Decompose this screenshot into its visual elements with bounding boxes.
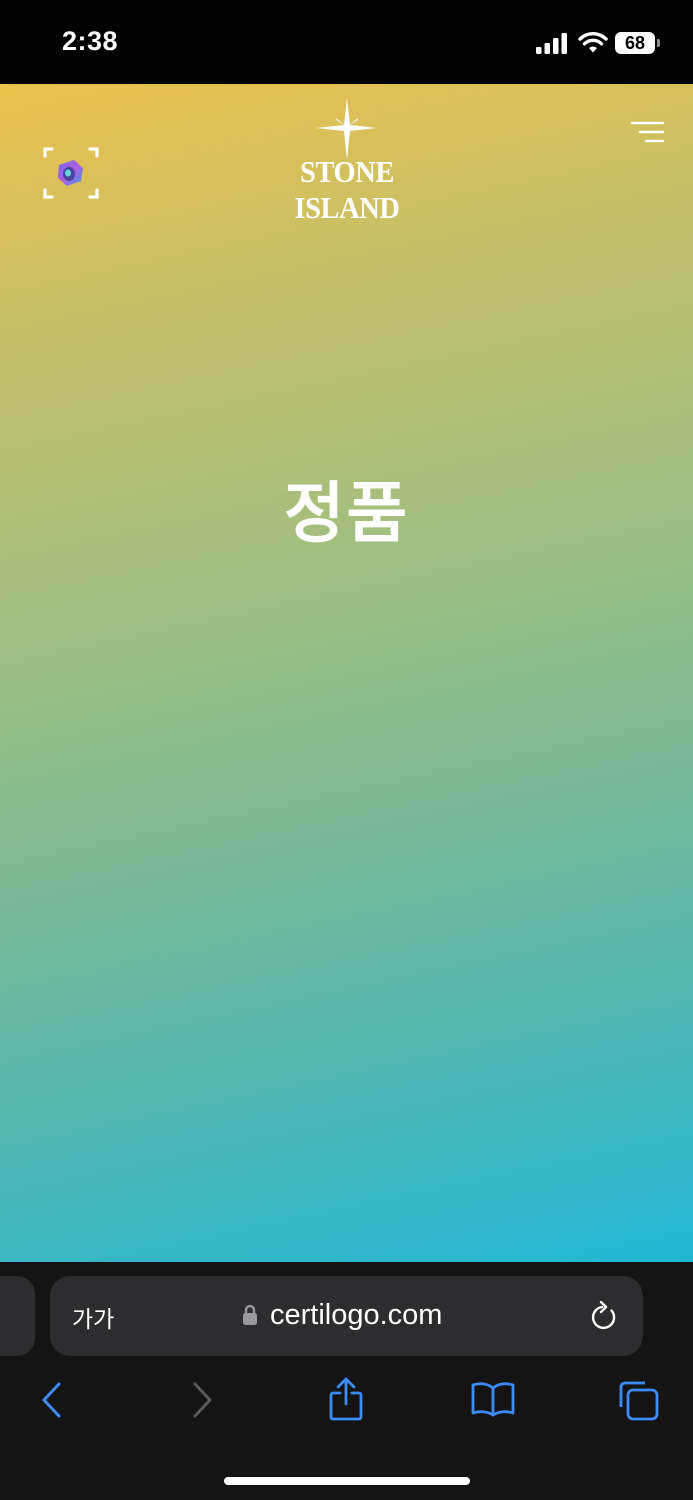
browser-bottom-bar: 가가 certilogo.com <box>0 1262 693 1500</box>
wifi-icon <box>578 32 608 53</box>
cellular-signal-icon <box>536 33 567 54</box>
status-bar: 2:38 68 <box>0 0 693 84</box>
bookmarks-icon[interactable] <box>470 1380 516 1418</box>
web-content: STONE ISLAND 정품 <box>0 84 693 1262</box>
brand-logo[interactable]: STONE ISLAND <box>240 98 454 225</box>
compass-star-icon <box>316 98 377 160</box>
url-text[interactable]: certilogo.com <box>270 1299 442 1332</box>
forward-icon[interactable] <box>190 1382 214 1418</box>
reload-icon[interactable] <box>590 1301 618 1331</box>
share-icon[interactable] <box>328 1376 364 1422</box>
scan-icon[interactable] <box>42 146 100 200</box>
address-bar[interactable]: 가가 certilogo.com <box>50 1276 643 1356</box>
tabs-icon[interactable] <box>618 1380 660 1422</box>
brand-name: STONE ISLAND <box>294 154 400 225</box>
lock-icon <box>243 1304 257 1325</box>
home-indicator <box>224 1477 470 1485</box>
text-size-button[interactable]: 가가 <box>72 1300 114 1334</box>
previous-tab-preview[interactable] <box>0 1276 35 1356</box>
battery-nub <box>657 39 660 47</box>
status-time: 2:38 <box>62 26 119 56</box>
menu-icon[interactable] <box>630 120 666 146</box>
back-icon[interactable] <box>40 1382 64 1418</box>
battery-icon: 68 <box>615 32 655 54</box>
authenticity-heading: 정품 <box>283 475 410 552</box>
